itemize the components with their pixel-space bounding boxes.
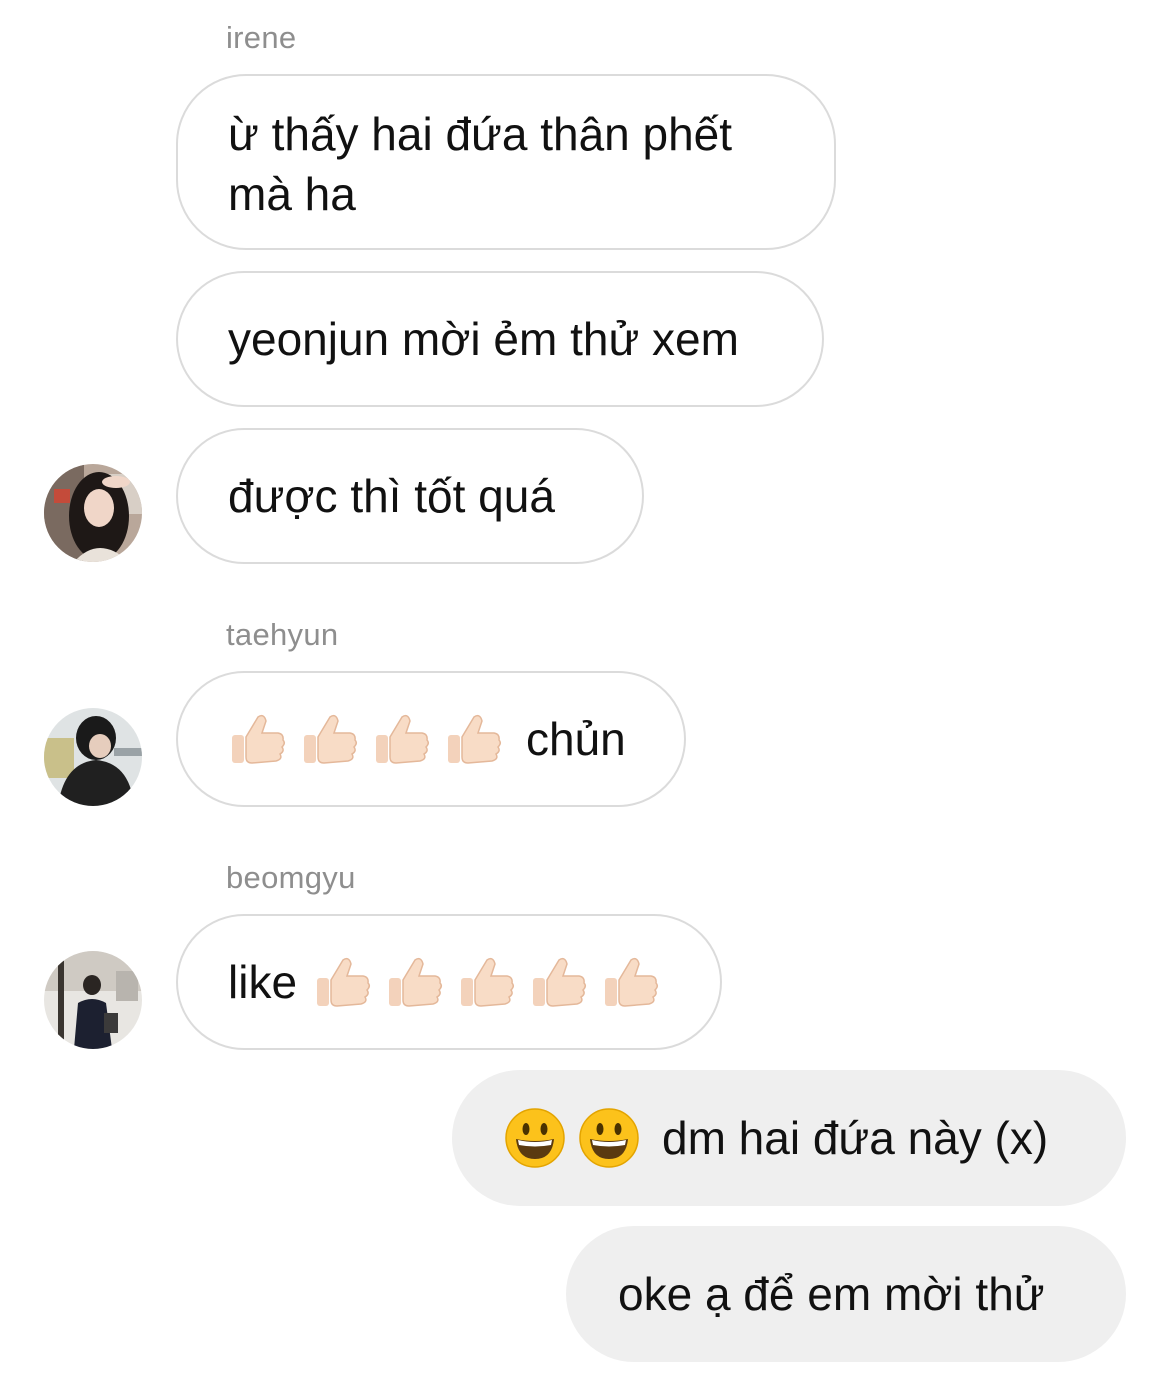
message-text: được thì tốt quá xyxy=(228,470,555,522)
thumbs-up-icon xyxy=(228,709,288,769)
thumbs-up-icon xyxy=(444,709,504,769)
message-text: yeonjun mời ẻm thử xem xyxy=(228,313,739,365)
grinning-face-icon xyxy=(504,1107,566,1169)
avatar-taehyun[interactable] xyxy=(44,708,142,806)
sender-name-beomgyu: beomgyu xyxy=(226,860,356,895)
thumbs-up-icon xyxy=(601,952,661,1012)
message-text: chủn xyxy=(526,713,626,765)
message-text: like xyxy=(228,956,298,1008)
message-bubble-outgoing[interactable]: dm hai đứa này (x) xyxy=(452,1070,1126,1206)
message-bubble[interactable]: yeonjun mời ẻm thử xem xyxy=(176,271,824,407)
message-bubble[interactable]: chủn xyxy=(176,671,686,807)
message-bubble[interactable]: ừ thấy hai đứa thân phết mà ha xyxy=(176,74,836,250)
avatar-beomgyu[interactable] xyxy=(44,951,142,1049)
thumbs-up-icon xyxy=(385,952,445,1012)
thumbs-up-icon xyxy=(372,709,432,769)
grinning-face-icon xyxy=(578,1107,640,1169)
thumbs-up-icon xyxy=(529,952,589,1012)
message-bubble[interactable]: like xyxy=(176,914,722,1050)
message-text: dm hai đứa này (x) xyxy=(662,1112,1049,1164)
message-bubble-outgoing[interactable]: oke ạ để em mời thử xyxy=(566,1226,1126,1362)
message-text: ừ thấy hai đứa thân phết mà ha xyxy=(228,108,733,220)
message-bubble[interactable]: được thì tốt quá xyxy=(176,428,644,564)
thumbs-up-icon xyxy=(457,952,517,1012)
sender-name-taehyun: taehyun xyxy=(226,617,339,652)
message-text: oke ạ để em mời thử xyxy=(618,1268,1045,1320)
avatar-irene[interactable] xyxy=(44,464,142,562)
thumbs-up-icon xyxy=(300,709,360,769)
sender-name-irene: irene xyxy=(226,20,297,55)
thumbs-up-icon xyxy=(313,952,373,1012)
